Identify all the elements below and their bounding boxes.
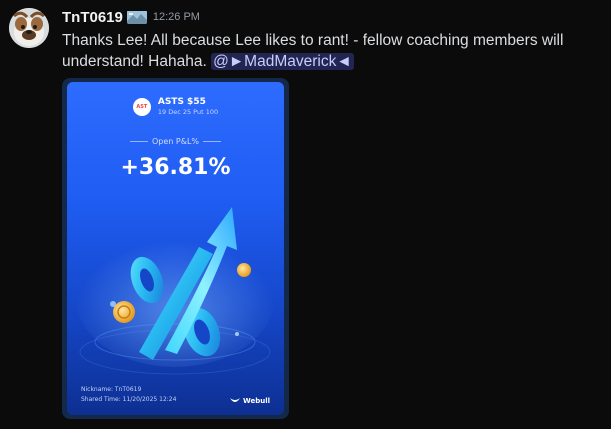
divider [203, 141, 222, 142]
pl-label: Open P&L% [151, 137, 200, 146]
webull-logo: Webull [229, 397, 270, 405]
message-header: TnT0619 12:26 PM [62, 8, 200, 26]
nickname: Nickname: TnT0619 [81, 386, 142, 393]
ticker-header: AST ASTS $55 19 Dec 25 Put 100 [67, 97, 284, 117]
ticker-logo-icon: AST [132, 98, 151, 116]
card-footer: Nickname: TnT0619 Shared Time: 11/20/202… [81, 385, 176, 405]
message-content: Thanks Lee! All because Lee likes to ran… [62, 30, 582, 72]
percent-arrow-illustration-icon [75, 207, 275, 375]
chat-message: TnT0619 12:26 PM Thanks Lee! All because… [0, 0, 611, 429]
image-attachment[interactable]: AST ASTS $55 19 Dec 25 Put 100 Open P&L%… [62, 78, 289, 419]
message-timestamp[interactable]: 12:26 PM [153, 11, 200, 23]
divider [129, 141, 148, 142]
bulldog-avatar-icon [9, 8, 49, 48]
pl-label-row: Open P&L% [67, 137, 284, 146]
user-mention[interactable]: @►MadMaverick◄ [211, 53, 354, 70]
brand-name: Webull [242, 397, 270, 405]
contract-detail: 19 Dec 25 Put 100 [157, 108, 219, 116]
user-avatar[interactable] [9, 8, 49, 48]
pl-value: +36.81% [120, 155, 231, 180]
shared-time: Shared Time: 11/20/2025 12:24 [81, 396, 177, 403]
server-tag-icon[interactable] [126, 10, 147, 24]
ticker-name: ASTS $55 [157, 97, 206, 107]
webull-mark-icon [229, 398, 240, 402]
pnl-share-card: AST ASTS $55 19 Dec 25 Put 100 Open P&L%… [67, 82, 284, 415]
username[interactable]: TnT0619 [62, 9, 123, 26]
